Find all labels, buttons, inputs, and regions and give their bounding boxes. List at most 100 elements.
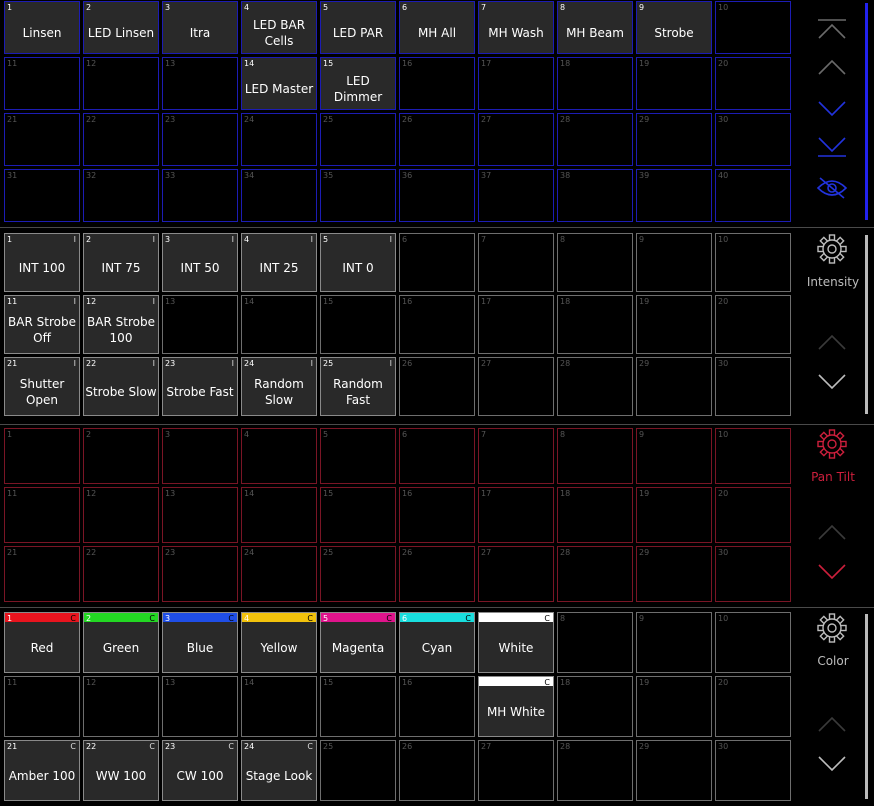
color-pool-cell-17[interactable]: 17 C MH White xyxy=(478,676,554,737)
intensity-pool-cell-17[interactable]: 17 xyxy=(478,295,554,354)
color-pool-cell-28[interactable]: 28 xyxy=(557,740,633,801)
color-pool-cell-29[interactable]: 29 xyxy=(636,740,712,801)
groups-pool-cell-16[interactable]: 16 xyxy=(399,57,475,110)
intensity-pool-cell-5[interactable]: 5 I INT 0 xyxy=(320,233,396,292)
pantilt-pool-cell-5[interactable]: 5 xyxy=(320,428,396,484)
groups-pool-cell-9[interactable]: 9 Strobe xyxy=(636,1,712,54)
groups-pool-cell-1[interactable]: 1 Linsen xyxy=(4,1,80,54)
intensity-pool-cell-15[interactable]: 15 xyxy=(320,295,396,354)
pantilt-pool-cell-12[interactable]: 12 xyxy=(83,487,159,543)
scrollbar[interactable] xyxy=(865,3,868,220)
groups-pool-cell-8[interactable]: 8 MH Beam xyxy=(557,1,633,54)
groups-pool-cell-39[interactable]: 39 xyxy=(636,169,712,222)
pantilt-pool-cell-15[interactable]: 15 xyxy=(320,487,396,543)
intensity-pool-cell-29[interactable]: 29 xyxy=(636,357,712,416)
groups-pool-cell-30[interactable]: 30 xyxy=(715,113,791,166)
intensity-pool-cell-25[interactable]: 25 I Random Fast xyxy=(320,357,396,416)
intensity-pool-cell-1[interactable]: 1 I INT 100 xyxy=(4,233,80,292)
color-pool-cell-21[interactable]: 21 C Amber 100 xyxy=(4,740,80,801)
pantilt-pool-cell-26[interactable]: 26 xyxy=(399,546,475,602)
intensity-pool-cell-21[interactable]: 21 I Shutter Open xyxy=(4,357,80,416)
pantilt-pool-cell-19[interactable]: 19 xyxy=(636,487,712,543)
pantilt-pool-cell-23[interactable]: 23 xyxy=(162,546,238,602)
color-pool-cell-5[interactable]: 5 C Magenta xyxy=(320,612,396,673)
pantilt-pool-cell-3[interactable]: 3 xyxy=(162,428,238,484)
color-pool-cell-2[interactable]: 2 C Green xyxy=(83,612,159,673)
intensity-pool-cell-8[interactable]: 8 xyxy=(557,233,633,292)
arrow-up-icon[interactable] xyxy=(814,710,850,740)
groups-pool-cell-15[interactable]: 15 LED Dimmer xyxy=(320,57,396,110)
pantilt-pool-cell-14[interactable]: 14 xyxy=(241,487,317,543)
color-pool-cell-27[interactable]: 27 xyxy=(478,740,554,801)
pantilt-pool-cell-17[interactable]: 17 xyxy=(478,487,554,543)
color-pool-cell-18[interactable]: 18 xyxy=(557,676,633,737)
intensity-pool-cell-23[interactable]: 23 I Strobe Fast xyxy=(162,357,238,416)
pantilt-pool-cell-7[interactable]: 7 xyxy=(478,428,554,484)
color-pool-cell-12[interactable]: 12 xyxy=(83,676,159,737)
gear-icon[interactable] xyxy=(816,428,848,460)
groups-pool-cell-24[interactable]: 24 xyxy=(241,113,317,166)
color-pool-cell-26[interactable]: 26 xyxy=(399,740,475,801)
groups-pool-cell-20[interactable]: 20 xyxy=(715,57,791,110)
groups-pool-cell-36[interactable]: 36 xyxy=(399,169,475,222)
pantilt-pool-cell-1[interactable]: 1 xyxy=(4,428,80,484)
color-pool-cell-25[interactable]: 25 xyxy=(320,740,396,801)
groups-pool-cell-25[interactable]: 25 xyxy=(320,113,396,166)
color-pool-cell-6[interactable]: 6 C Cyan xyxy=(399,612,475,673)
groups-pool-cell-21[interactable]: 21 xyxy=(4,113,80,166)
arrow-up-icon[interactable] xyxy=(814,518,850,548)
arrow-up-icon[interactable] xyxy=(814,328,850,358)
arrow-down-icon[interactable] xyxy=(814,748,850,778)
groups-pool-cell-27[interactable]: 27 xyxy=(478,113,554,166)
pantilt-pool-cell-24[interactable]: 24 xyxy=(241,546,317,602)
color-pool-cell-20[interactable]: 20 xyxy=(715,676,791,737)
intensity-pool-cell-14[interactable]: 14 xyxy=(241,295,317,354)
groups-pool-cell-40[interactable]: 40 xyxy=(715,169,791,222)
color-pool-cell-22[interactable]: 22 C WW 100 xyxy=(83,740,159,801)
pantilt-pool-cell-16[interactable]: 16 xyxy=(399,487,475,543)
intensity-pool-cell-6[interactable]: 6 xyxy=(399,233,475,292)
groups-pool-cell-38[interactable]: 38 xyxy=(557,169,633,222)
groups-pool-cell-13[interactable]: 13 xyxy=(162,57,238,110)
intensity-pool-cell-28[interactable]: 28 xyxy=(557,357,633,416)
color-pool-cell-13[interactable]: 13 xyxy=(162,676,238,737)
pantilt-pool-cell-9[interactable]: 9 xyxy=(636,428,712,484)
pantilt-pool-cell-10[interactable]: 10 xyxy=(715,428,791,484)
color-pool-cell-3[interactable]: 3 C Blue xyxy=(162,612,238,673)
intensity-pool-cell-18[interactable]: 18 xyxy=(557,295,633,354)
pantilt-pool-cell-2[interactable]: 2 xyxy=(83,428,159,484)
visibility-icon[interactable] xyxy=(814,173,850,203)
pantilt-pool-cell-18[interactable]: 18 xyxy=(557,487,633,543)
pantilt-pool-cell-28[interactable]: 28 xyxy=(557,546,633,602)
color-pool-cell-24[interactable]: 24 C Stage Look xyxy=(241,740,317,801)
intensity-pool-cell-12[interactable]: 12 I BAR Strobe 100 xyxy=(83,295,159,354)
groups-pool-cell-2[interactable]: 2 LED Linsen xyxy=(83,1,159,54)
pantilt-pool-cell-29[interactable]: 29 xyxy=(636,546,712,602)
gear-icon[interactable] xyxy=(816,233,848,265)
color-pool-cell-11[interactable]: 11 xyxy=(4,676,80,737)
scrollbar[interactable] xyxy=(865,614,868,799)
groups-pool-cell-14[interactable]: 14 LED Master xyxy=(241,57,317,110)
pantilt-pool-cell-11[interactable]: 11 xyxy=(4,487,80,543)
go-bottom-icon[interactable] xyxy=(814,133,850,163)
color-pool-cell-1[interactable]: 1 C Red xyxy=(4,612,80,673)
color-pool-cell-15[interactable]: 15 xyxy=(320,676,396,737)
pantilt-pool-cell-13[interactable]: 13 xyxy=(162,487,238,543)
intensity-pool-cell-22[interactable]: 22 I Strobe Slow xyxy=(83,357,159,416)
go-top-icon[interactable] xyxy=(814,13,850,43)
color-pool-cell-30[interactable]: 30 xyxy=(715,740,791,801)
intensity-pool-cell-24[interactable]: 24 I Random Slow xyxy=(241,357,317,416)
intensity-pool-cell-2[interactable]: 2 I INT 75 xyxy=(83,233,159,292)
groups-pool-cell-17[interactable]: 17 xyxy=(478,57,554,110)
color-pool-cell-14[interactable]: 14 xyxy=(241,676,317,737)
intensity-pool-cell-10[interactable]: 10 xyxy=(715,233,791,292)
groups-pool-cell-18[interactable]: 18 xyxy=(557,57,633,110)
intensity-pool-cell-4[interactable]: 4 I INT 25 xyxy=(241,233,317,292)
groups-pool-cell-5[interactable]: 5 LED PAR xyxy=(320,1,396,54)
groups-pool-cell-12[interactable]: 12 xyxy=(83,57,159,110)
color-pool-cell-19[interactable]: 19 xyxy=(636,676,712,737)
color-pool-cell-23[interactable]: 23 C CW 100 xyxy=(162,740,238,801)
groups-pool-cell-4[interactable]: 4 LED BAR Cells xyxy=(241,1,317,54)
pantilt-pool-cell-30[interactable]: 30 xyxy=(715,546,791,602)
pantilt-pool-cell-25[interactable]: 25 xyxy=(320,546,396,602)
